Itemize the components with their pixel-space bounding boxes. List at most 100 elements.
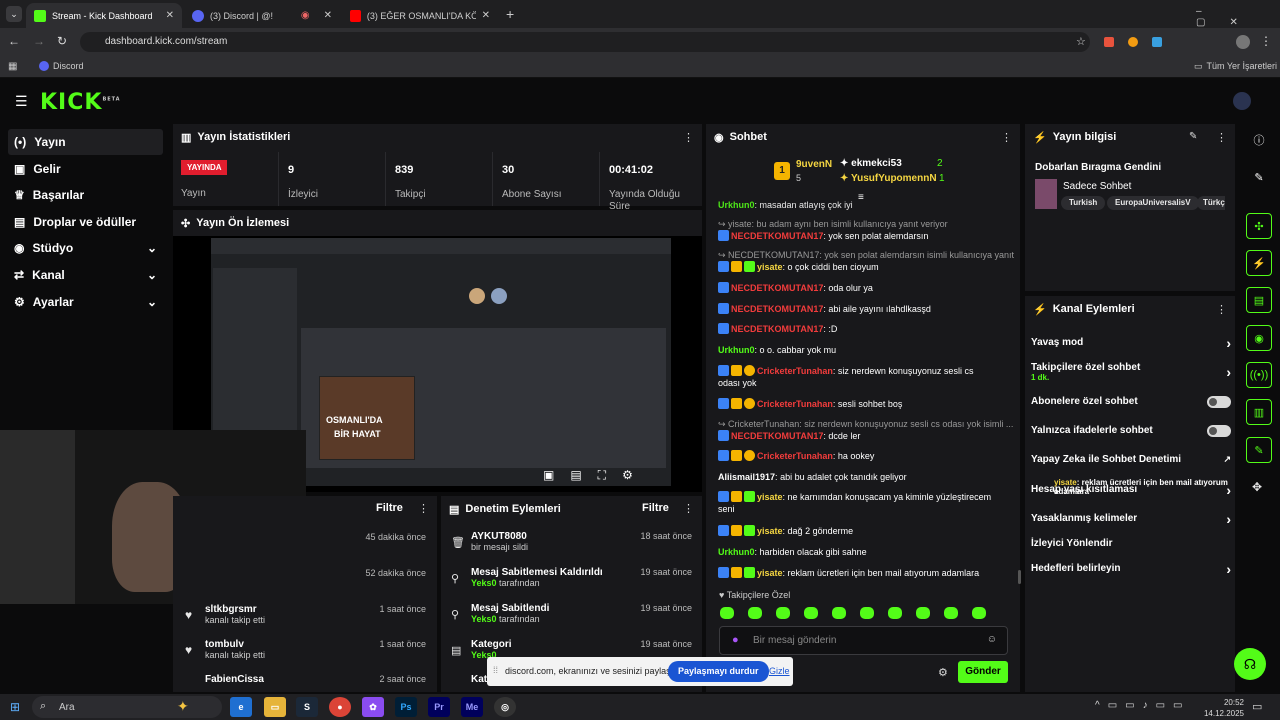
followers-only-row[interactable]: Takipçilere özel sohbet 1 dk. › (1031, 362, 1231, 382)
chat-username[interactable]: NECDETKOMUTAN17 (731, 324, 823, 334)
tag-chip[interactable]: Türkç (1197, 196, 1225, 210)
all-bookmarks[interactable]: ▭ Tüm Yer İşaretleri (1194, 61, 1277, 72)
reload-icon[interactable]: ↻ (57, 34, 67, 48)
more-icon[interactable]: ⋮ (683, 131, 694, 144)
goals-row[interactable]: Hedefleri belirleyin › (1031, 561, 1231, 577)
windows-start-icon[interactable]: ⊞ (10, 700, 20, 714)
sidebar-item-studyo[interactable]: ◉ Stüdyo ⌄ (8, 235, 163, 261)
back-icon[interactable]: ← (8, 34, 20, 48)
leader-name[interactable]: YusufYupomennN (851, 173, 937, 184)
emote-icon[interactable] (804, 607, 818, 619)
close-icon[interactable]: ✕ (166, 10, 174, 21)
info-icon[interactable]: ⓘ (1246, 127, 1272, 153)
toggle-switch[interactable] (1207, 425, 1231, 437)
chat-username[interactable]: yisate (757, 526, 783, 536)
player-controls[interactable]: ▣▤⛶⚙ (543, 468, 649, 483)
chat-username[interactable]: NECDETKOMUTAN17 (731, 431, 823, 441)
extension-icon[interactable] (1128, 37, 1138, 47)
hide-button[interactable]: Gizle (769, 666, 790, 676)
edit-icon[interactable]: ✎ (1189, 131, 1197, 142)
close-icon[interactable]: ✕ (482, 10, 490, 21)
emote-icon[interactable] (832, 607, 846, 619)
forward-icon[interactable]: → (33, 34, 45, 48)
more-icon[interactable]: ⋮ (1216, 303, 1227, 316)
notification-icon[interactable]: ▭ (1252, 700, 1262, 713)
copilot-icon[interactable]: ✿ (362, 697, 384, 717)
leader-name[interactable]: 9uvenN (796, 159, 832, 170)
ai-moderation-row[interactable]: Yapay Zeka ile Sohbet Denetimi ↗ (1031, 454, 1231, 465)
edge-icon[interactable]: e (230, 697, 252, 717)
sidebar-item-ayarlar[interactable]: ⚙ Ayarlar ⌄ (8, 289, 163, 315)
media-encoder-icon[interactable]: Me (461, 697, 483, 717)
sidebar-item-gelir[interactable]: ▣ Gelir (8, 156, 163, 182)
edit-icon[interactable]: ✎ (1246, 164, 1272, 190)
emoji-icon[interactable]: ☺ (987, 634, 997, 645)
clock[interactable]: 20:52 14.12.2025 (1200, 697, 1244, 719)
emote-icon[interactable] (860, 607, 874, 619)
chat-username[interactable]: NECDETKOMUTAN17 (731, 283, 823, 293)
chat-username[interactable]: CricketerTunahan (757, 399, 833, 409)
tab-kick-dashboard[interactable]: Stream - Kick Dashboard ✕ (26, 3, 182, 28)
emote-icon[interactable] (944, 607, 958, 619)
tag-chip[interactable]: Turkish (1061, 196, 1106, 210)
mod-user[interactable]: Yeks0 (471, 614, 497, 624)
sidebar-item-basarilar[interactable]: ♕ Başarılar (8, 182, 163, 208)
send-button[interactable]: Gönder (958, 661, 1008, 683)
chat-username[interactable]: yisate (757, 568, 783, 578)
move-icon[interactable]: ✥ (1252, 480, 1262, 494)
raid-row[interactable]: İzleyici Yönlendir (1031, 538, 1231, 549)
window-controls[interactable]: –▢✕ (1196, 6, 1280, 28)
emote-icon[interactable] (888, 607, 902, 619)
filter-button[interactable]: Filtre (376, 502, 403, 514)
slow-mode-row[interactable]: Yavaş mod › (1031, 335, 1231, 351)
sidebar-item-yayin[interactable]: (•) Yayın (8, 129, 163, 155)
kick-logo[interactable]: KICKBETA (40, 90, 121, 115)
file-explorer-icon[interactable]: ▭ (264, 697, 286, 717)
preview-icon[interactable]: ✣ (1246, 213, 1272, 239)
emote-icon[interactable] (748, 607, 762, 619)
stream-category[interactable]: Sadece Sohbet (1063, 181, 1131, 192)
steam-icon[interactable]: S (296, 697, 318, 717)
chat-username[interactable]: Urkhun0 (718, 345, 755, 355)
support-headset-icon[interactable]: ☊ (1234, 648, 1266, 680)
chat-username[interactable]: yisate (757, 492, 783, 502)
wrench-icon[interactable]: ✎ (1246, 437, 1272, 463)
bookmark-star-icon[interactable]: ☆ (1076, 35, 1086, 48)
tag-chip[interactable]: EuropaUniversalisV (1107, 196, 1199, 210)
mod-user[interactable]: Yeks0 (471, 578, 497, 588)
emote-icon[interactable] (916, 607, 930, 619)
broadcast-icon[interactable]: ((•)) (1246, 362, 1272, 388)
microphone-icon[interactable]: ● (732, 634, 739, 646)
leader-name[interactable]: ekmekci53 (851, 158, 902, 169)
more-icon[interactable]: ⋮ (1001, 131, 1012, 144)
new-tab-icon[interactable]: + (506, 6, 514, 22)
apps-grid-icon[interactable]: ▦ (8, 61, 17, 72)
system-tray-icons[interactable]: ^▭▭♪▭▭ (1095, 700, 1191, 711)
profile-avatar[interactable] (1236, 35, 1250, 49)
chat-username[interactable]: Urkhun0 (718, 200, 755, 210)
extension-icon[interactable] (1104, 37, 1114, 47)
more-icon[interactable]: ⋮ (1216, 131, 1227, 144)
chat-username[interactable]: NECDETKOMUTAN17 (731, 231, 823, 241)
close-icon[interactable]: ✕ (324, 10, 332, 21)
more-icon[interactable]: ⋮ (418, 502, 429, 515)
emote-icon[interactable] (972, 607, 986, 619)
banned-words-row[interactable]: Yasaklanmış kelimeler › (1031, 511, 1231, 527)
taskbar-search[interactable]: ⌕ Ara ✦ (32, 696, 222, 718)
premiere-icon[interactable]: Pr (428, 697, 450, 717)
emote-icon[interactable] (776, 607, 790, 619)
chat-username[interactable]: Urkhun0 (718, 547, 755, 557)
emote-icon[interactable] (720, 607, 734, 619)
chat-username[interactable]: NECDETKOMUTAN17 (731, 304, 823, 314)
tab-discord[interactable]: (3) Discord | @! ◉ ✕ (184, 3, 340, 28)
toggle-switch[interactable] (1207, 396, 1231, 408)
chrome-icon[interactable]: ● (329, 697, 351, 717)
gear-icon[interactable]: ⚙ (938, 666, 948, 679)
tab-search-icon[interactable]: ⌄ (6, 6, 22, 22)
emotes-only-row[interactable]: Yalnızca ifadelerle sohbet (1031, 425, 1231, 437)
drag-handle-icon[interactable]: ⁞⁞ (493, 665, 498, 675)
stop-sharing-button[interactable]: Paylaşmayı durdur (668, 661, 769, 682)
sidebar-item-droplar[interactable]: ▤ Droplar ve ödüller (8, 209, 163, 235)
url-field[interactable]: dashboard.kick.com/stream (80, 32, 1090, 52)
chat-username[interactable]: CricketerTunahan (757, 366, 833, 376)
